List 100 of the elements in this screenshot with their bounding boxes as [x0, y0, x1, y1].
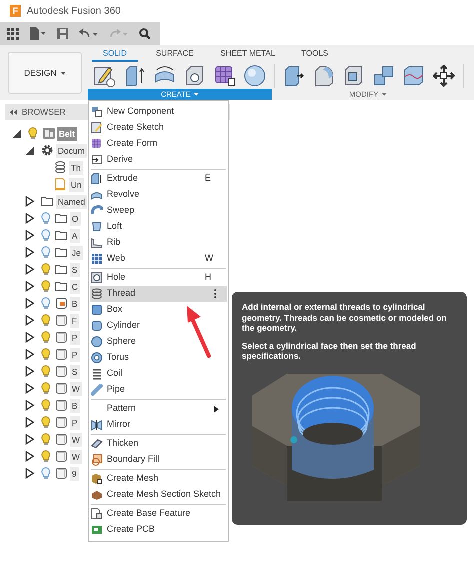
grid-cube-icon[interactable] [214, 64, 236, 86]
lightbulb-icon[interactable] [41, 450, 51, 463]
menu-item[interactable]: Boundary Fill [90, 452, 227, 468]
tree-item[interactable]: O [70, 212, 81, 226]
collapsed-arrow-icon[interactable] [25, 434, 35, 445]
collapsed-arrow-icon[interactable] [25, 281, 35, 292]
undo-icon[interactable] [79, 28, 99, 40]
menu-item[interactable]: Pipe [90, 382, 227, 398]
lightbulb-icon[interactable] [41, 382, 51, 395]
menu-item[interactable]: Create Sketch [90, 120, 227, 136]
collapsed-arrow-icon[interactable] [25, 417, 35, 428]
collapsed-arrow-icon[interactable] [25, 213, 35, 224]
sketch-icon[interactable] [94, 64, 116, 86]
menu-item[interactable]: Revolve [90, 187, 227, 203]
menu-item[interactable]: Extrude E [90, 171, 227, 187]
tree-item[interactable]: Th [69, 160, 83, 174]
tree-item[interactable]: W [70, 432, 82, 446]
collapse-icon[interactable] [10, 110, 17, 114]
collapsed-arrow-icon[interactable] [25, 315, 35, 326]
ribbon-tab[interactable]: TOOLS [295, 47, 335, 62]
tree-item[interactable]: P [70, 348, 80, 362]
tree-item[interactable]: C [70, 280, 80, 294]
menu-item[interactable]: Cylinder [90, 318, 227, 334]
collapsed-arrow-icon[interactable] [25, 366, 35, 377]
menu-item[interactable]: Sphere [90, 334, 227, 350]
lightbulb-icon[interactable] [41, 365, 51, 378]
menu-item[interactable]: New Component [90, 104, 227, 120]
fillet-icon[interactable] [313, 64, 335, 86]
tree-item[interactable]: Named [56, 194, 88, 208]
collapsed-arrow-icon[interactable] [25, 349, 35, 360]
menu-item[interactable]: Rib [90, 235, 227, 251]
collapsed-arrow-icon[interactable] [25, 230, 35, 241]
menu-item[interactable]: Mirror [90, 417, 227, 433]
lightbulb-icon[interactable] [41, 280, 51, 293]
menu-item[interactable]: Hole H [90, 270, 227, 286]
tree-item[interactable]: Un [69, 178, 84, 192]
collapsed-arrow-icon[interactable] [25, 264, 35, 275]
lightbulb-icon[interactable] [41, 467, 51, 480]
save-icon[interactable] [57, 28, 69, 40]
search-icon[interactable] [139, 28, 151, 40]
ribbon-tab[interactable]: SOLID [92, 47, 138, 62]
menu-item[interactable]: Create Mesh Section Sketch [90, 487, 227, 503]
lightbulb-icon[interactable] [41, 416, 51, 429]
sphere-icon[interactable] [244, 64, 266, 86]
tree-item[interactable]: W [70, 450, 82, 464]
tree-item[interactable]: B [70, 398, 80, 412]
collapsed-arrow-icon[interactable] [25, 298, 35, 309]
collapsed-arrow-icon[interactable] [25, 332, 35, 343]
cubes-icon[interactable] [373, 64, 395, 86]
workspace-button[interactable]: DESIGN [8, 52, 82, 94]
collapsed-arrow-icon[interactable] [25, 196, 35, 207]
ribbon-tab[interactable]: SHEET METAL [215, 47, 281, 62]
collapsed-arrow-icon[interactable] [25, 451, 35, 462]
ribbon-tab[interactable]: SURFACE [150, 47, 200, 62]
tree-item[interactable]: A [70, 228, 80, 242]
move-icon[interactable] [433, 64, 455, 86]
tree-item[interactable]: Je [70, 246, 83, 260]
expanded-arrow-icon[interactable] [25, 145, 35, 156]
tree-item[interactable]: S [70, 364, 80, 378]
expanded-arrow-icon[interactable] [12, 128, 22, 139]
menu-item[interactable]: Pattern [90, 401, 227, 417]
tree-item[interactable]: F [70, 314, 80, 328]
more-icon[interactable] [214, 289, 217, 299]
lightbulb-icon[interactable] [41, 246, 51, 259]
lightbulb-icon[interactable] [41, 229, 51, 242]
tree-item[interactable]: P [70, 416, 80, 430]
lightbulb-icon[interactable] [41, 263, 51, 276]
menu-item[interactable]: Coil [90, 366, 227, 382]
menu-item[interactable]: Loft [90, 219, 227, 235]
menu-item[interactable]: Create PCB [90, 522, 227, 538]
tree-item[interactable]: 9 [70, 466, 79, 480]
lightbulb-icon[interactable] [41, 314, 51, 327]
apps-icon[interactable] [7, 28, 19, 40]
lightbulb-icon[interactable] [41, 348, 51, 361]
menu-item[interactable]: Thread [90, 286, 227, 302]
menu-item[interactable]: Box [90, 302, 227, 318]
surface-icon[interactable] [403, 64, 425, 86]
menu-item[interactable]: Create Mesh [90, 471, 227, 487]
menu-item[interactable]: Web W [90, 251, 227, 267]
shell-icon[interactable] [343, 64, 365, 86]
block-arrow-icon[interactable] [124, 64, 146, 86]
collapsed-arrow-icon[interactable] [25, 247, 35, 258]
file-icon[interactable] [29, 27, 47, 40]
lightbulb-icon[interactable] [28, 127, 38, 140]
collapsed-arrow-icon[interactable] [25, 400, 35, 411]
hole-icon[interactable] [184, 64, 206, 86]
lightbulb-icon[interactable] [41, 331, 51, 344]
lightbulb-icon[interactable] [41, 399, 51, 412]
menu-item[interactable]: Derive [90, 152, 227, 168]
menu-item[interactable]: Sweep [90, 203, 227, 219]
lightbulb-icon[interactable] [41, 433, 51, 446]
lightbulb-icon[interactable] [41, 297, 51, 310]
tree-item[interactable]: S [70, 262, 80, 276]
tree-item[interactable]: P [70, 330, 80, 344]
lightbulb-icon[interactable] [41, 212, 51, 225]
tree-item[interactable]: B [70, 296, 80, 310]
menu-item[interactable]: Create Form [90, 136, 227, 152]
collapsed-arrow-icon[interactable] [25, 383, 35, 394]
menu-item[interactable]: Thicken [90, 436, 227, 452]
collapsed-arrow-icon[interactable] [25, 468, 35, 479]
